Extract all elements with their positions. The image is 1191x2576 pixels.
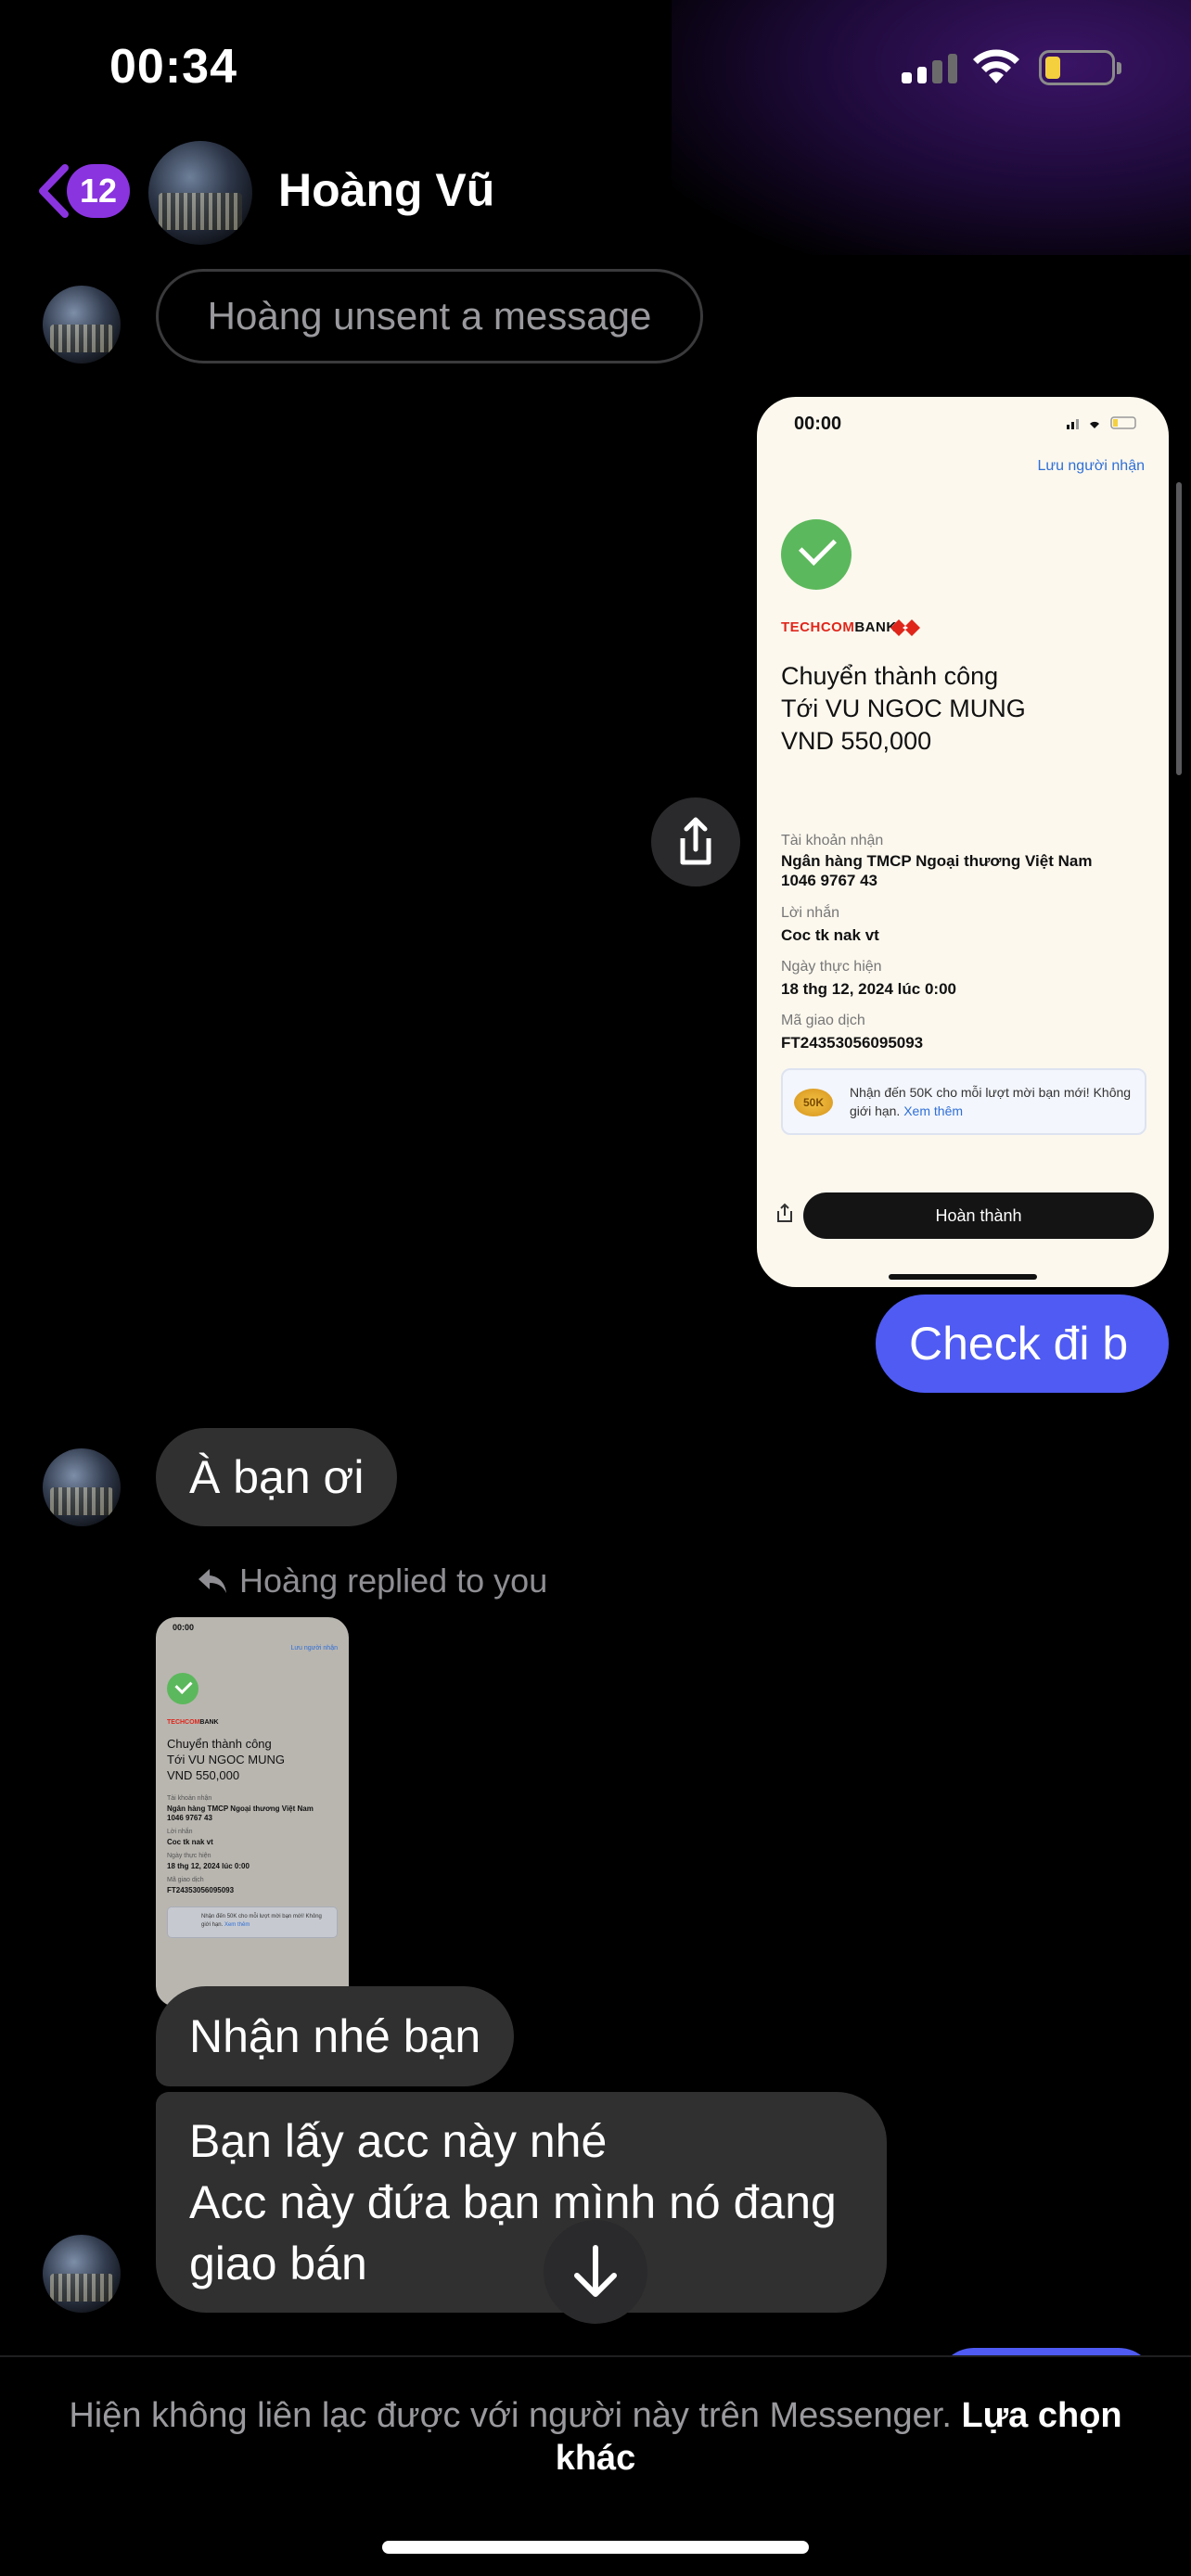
share-icon	[680, 817, 711, 865]
receipt-share-icon	[777, 1203, 792, 1222]
replied-image-thumbnail[interactable]: 00:00 Lưu người nhận TECHCOMBANK Chuyển …	[156, 1617, 349, 2007]
scrollbar[interactable]	[1176, 482, 1182, 775]
unread-count-badge: 12	[67, 164, 130, 218]
received-message[interactable]: À bạn ơi	[156, 1428, 398, 1526]
avatar[interactable]	[43, 2235, 121, 2313]
done-button: Hoàn thành	[803, 1192, 1154, 1239]
sent-image-receipt[interactable]: 00:00 Lưu người nhận TECHCOMBANK Chuyển …	[757, 397, 1169, 1287]
unavailable-notice: Hiện không liên lạc được với người này t…	[69, 2396, 1122, 2478]
unavailable-footer: Hiện không liên lạc được với người này t…	[0, 2355, 1191, 2576]
battery-icon	[1039, 50, 1121, 85]
status-time: 00:34	[109, 40, 237, 94]
note-value: Coc tk nak vt	[781, 926, 879, 944]
note-label: Lời nhắn	[781, 905, 839, 921]
unsent-message-notice: Hoàng unsent a message	[156, 269, 703, 363]
home-indicator[interactable]	[382, 2541, 809, 2554]
avatar[interactable]	[43, 286, 121, 363]
cellular-signal-icon	[902, 54, 957, 83]
receipt-status-time: 00:00	[794, 414, 842, 434]
received-message[interactable]: Nhận nhé bạn	[156, 1986, 515, 2086]
txn-value: FT24353056095093	[781, 1034, 924, 1052]
promo-banner: 50K Nhận đến 50K cho mỗi lượt mời bạn mớ…	[781, 1068, 1146, 1135]
received-message-long[interactable]: Bạn lấy acc này nhé Acc này đứa bạn mình…	[156, 2092, 887, 2313]
account-label: Tài khoản nhận	[781, 833, 884, 848]
reply-arrow-icon	[198, 1569, 226, 1593]
contact-avatar[interactable]	[148, 141, 252, 245]
arrow-down-icon	[574, 2245, 617, 2297]
thumb-title: Chuyển thành công Tới VU NGOC MUNG VND 550…	[167, 1737, 285, 1782]
avatar[interactable]	[43, 1448, 121, 1526]
bank-name: TECHCOMBANK	[781, 619, 897, 635]
promo-text: Nhận đến 50K cho mỗi lượt mời bạn mới! K…	[850, 1085, 1132, 1118]
date-value: 18 thg 12, 2024 lúc 0:00	[781, 980, 956, 998]
wifi-icon	[973, 49, 1019, 83]
receipt-status-icons	[1067, 416, 1136, 429]
reply-indicator: Hoàng replied to you	[197, 1562, 547, 1600]
receipt-home-indicator	[889, 1274, 1037, 1280]
promo-banner: Nhận đến 50K cho mỗi lượt mời bạn mới! K…	[167, 1906, 338, 1938]
date-label: Ngày thực hiện	[781, 959, 882, 975]
status-bar: 00:34	[0, 0, 1191, 139]
success-check-icon	[781, 519, 852, 590]
save-recipient-link: Lưu người nhận	[1037, 458, 1145, 474]
contact-name[interactable]: Hoàng Vũ	[278, 163, 494, 217]
account-value: Ngân hàng TMCP Ngoại thương Việt Nam 1046…	[781, 852, 1093, 889]
techcombank-logo-icon	[890, 619, 920, 636]
success-check-icon	[167, 1673, 198, 1704]
receipt-title: Chuyển thành công Tới VU NGOC MUNG VND 5…	[781, 662, 1026, 755]
scroll-to-bottom-button[interactable]	[544, 2220, 647, 2324]
txn-label: Mã giao dịch	[781, 1013, 865, 1028]
sent-message[interactable]: Check đi b	[876, 1294, 1169, 1393]
coin-icon: 50K	[794, 1089, 833, 1116]
back-button[interactable]: 12	[33, 162, 135, 220]
share-button[interactable]	[651, 797, 740, 886]
bank-name: TECHCOMBANK	[167, 1719, 219, 1726]
